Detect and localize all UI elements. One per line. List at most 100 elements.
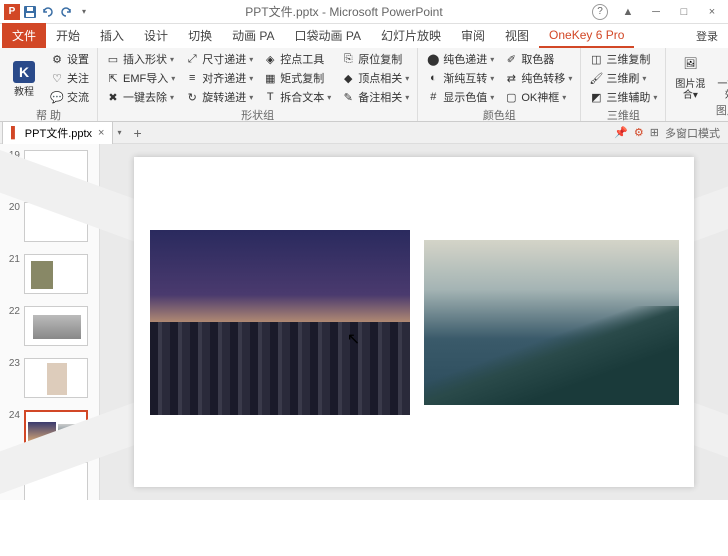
window-mode-label: 多窗口模式	[665, 125, 720, 141]
window-title: PPT文件.pptx - Microsoft PowerPoint	[96, 3, 592, 20]
tutorial-button[interactable]: K 教程	[6, 50, 42, 106]
tab-design[interactable]: 设计	[134, 23, 178, 48]
color-transfer-button[interactable]: ⇄纯色转移▾	[502, 69, 574, 87]
doc-icon: ▌	[11, 127, 19, 139]
login-button[interactable]: 登录	[686, 24, 728, 48]
save-icon[interactable]	[22, 4, 38, 20]
grid-icon: ▦	[263, 71, 277, 85]
vertex-icon: ◆	[341, 71, 355, 85]
tab-home[interactable]: 开始	[46, 23, 90, 48]
ok-frame-button[interactable]: ▢OK神框▾	[502, 88, 574, 106]
copy-icon: ⎘	[341, 52, 355, 66]
close-tab-icon[interactable]: ×	[98, 127, 104, 139]
control-point-button[interactable]: ◈控点工具	[261, 50, 333, 68]
thumb-21[interactable]: 21	[0, 252, 99, 304]
tab-dropdown-icon[interactable]: ▾	[113, 128, 125, 137]
value-icon: #	[426, 90, 440, 104]
align-icon: ≡	[185, 71, 199, 85]
cube-icon: ◫	[589, 52, 603, 66]
brush-icon: 🖌	[589, 71, 603, 85]
tutorial-icon: K	[11, 59, 37, 85]
tab-insert[interactable]: 插入	[90, 23, 134, 48]
ribbon-collapse-icon[interactable]: ▲	[618, 6, 638, 18]
redo-icon[interactable]	[58, 4, 74, 20]
note-icon: ✎	[341, 90, 355, 104]
gradient-swap-button[interactable]: ◐渐纯互转▾	[424, 69, 496, 87]
chat-icon: 💬	[50, 90, 64, 104]
eyedropper-button[interactable]: ✐取色器	[502, 50, 574, 68]
solid-step-button[interactable]: ⬤纯色递进▾	[424, 50, 496, 68]
align-step-button[interactable]: ≡对齐递进▾	[183, 69, 255, 87]
maximize-button[interactable]: □	[674, 6, 694, 18]
tab-transitions[interactable]: 切换	[178, 23, 222, 48]
powerpoint-icon: P	[4, 4, 20, 20]
chat-button[interactable]: 💬交流	[48, 88, 91, 106]
doc-title: PPT文件.pptx	[25, 125, 92, 141]
size-step-button[interactable]: ⤢尺寸递进▾	[183, 50, 255, 68]
inplace-copy-button[interactable]: ⎘原位复制	[339, 50, 411, 68]
show-color-button[interactable]: #显示色值▾	[424, 88, 496, 106]
close-button[interactable]: ×	[702, 6, 722, 18]
qat-dropdown-icon[interactable]: ▾	[76, 4, 92, 20]
resize-icon: ⤢	[185, 52, 199, 66]
import-icon: ⇱	[106, 71, 120, 85]
group-image-label: 图片组	[672, 101, 728, 119]
minimize-button[interactable]: ─	[646, 6, 666, 18]
slide-canvas[interactable]: ↖	[100, 144, 728, 500]
settings-button[interactable]: ⚙设置	[48, 50, 91, 68]
color-icon: ⬤	[426, 52, 440, 66]
help-icon[interactable]: ?	[592, 4, 608, 20]
point-icon: ◈	[263, 52, 277, 66]
follow-button[interactable]: ♡关注	[48, 69, 91, 87]
group-color-label: 颜色组	[424, 106, 574, 124]
3d-brush-button[interactable]: 🖌三维刷▾	[587, 69, 659, 87]
thumb-23[interactable]: 23	[0, 356, 99, 408]
blend-icon: 🖼	[677, 51, 703, 77]
current-slide[interactable]: ↖	[134, 157, 694, 487]
tab-view[interactable]: 视图	[495, 23, 539, 48]
split-text-button[interactable]: T拆合文本▾	[261, 88, 333, 106]
effects-button[interactable]: ✦一键特效▾	[714, 50, 728, 101]
mountain-image[interactable]	[424, 240, 679, 405]
settings-gear-icon[interactable]: ⚙	[634, 126, 644, 139]
group-shape-label: 形状组	[104, 106, 411, 124]
pin-icon[interactable]: 📌	[614, 126, 628, 139]
text-icon: T	[263, 90, 277, 104]
window-mode-icon[interactable]: ⊞	[650, 126, 659, 139]
3d-assist-button[interactable]: ◩三维辅助▾	[587, 88, 659, 106]
insert-shape-button[interactable]: ▭插入形状▾	[104, 50, 177, 68]
undo-icon[interactable]	[40, 4, 56, 20]
transfer-icon: ⇄	[504, 71, 518, 85]
tab-slideshow[interactable]: 幻灯片放映	[371, 23, 451, 48]
tab-onekey[interactable]: OneKey 6 Pro	[539, 24, 634, 48]
eraser-icon: ✖	[106, 90, 120, 104]
3d-copy-button[interactable]: ◫三维复制	[587, 50, 659, 68]
tab-pocket-anim[interactable]: 口袋动画 PA	[285, 23, 371, 48]
cursor-icon: ↖	[347, 329, 360, 349]
svg-text:K: K	[19, 64, 29, 80]
city-image[interactable]	[150, 230, 410, 415]
vertex-button[interactable]: ◆顶点相关▾	[339, 69, 411, 87]
group-3d-label: 三维组	[587, 106, 659, 124]
remove-button[interactable]: ✖一键去除▾	[104, 88, 177, 106]
frame-icon: ▢	[504, 90, 518, 104]
thumb-22[interactable]: 22	[0, 304, 99, 356]
heart-icon: ♡	[50, 71, 64, 85]
matrix-copy-button[interactable]: ▦矩式复制	[261, 69, 333, 87]
eyedropper-icon: ✐	[504, 52, 518, 66]
tab-file[interactable]: 文件	[2, 23, 46, 48]
rotate-step-button[interactable]: ↻旋转递进▾	[183, 88, 255, 106]
gradient-icon: ◐	[426, 71, 440, 85]
emf-import-button[interactable]: ⇱EMF导入▾	[104, 69, 177, 87]
shape-icon: ▭	[106, 52, 120, 66]
rotate-icon: ↻	[185, 90, 199, 104]
document-tab[interactable]: ▌ PPT文件.pptx ×	[2, 121, 113, 144]
image-blend-button[interactable]: 🖼图片混合▾	[672, 50, 708, 101]
gear-icon: ⚙	[50, 52, 64, 66]
tab-animations[interactable]: 动画 PA	[222, 23, 284, 48]
tab-review[interactable]: 审阅	[451, 23, 495, 48]
notes-button[interactable]: ✎备注相关▾	[339, 88, 411, 106]
assist-icon: ◩	[589, 90, 603, 104]
add-tab-button[interactable]: +	[126, 125, 150, 141]
sparkle-icon: ✦	[719, 51, 728, 77]
